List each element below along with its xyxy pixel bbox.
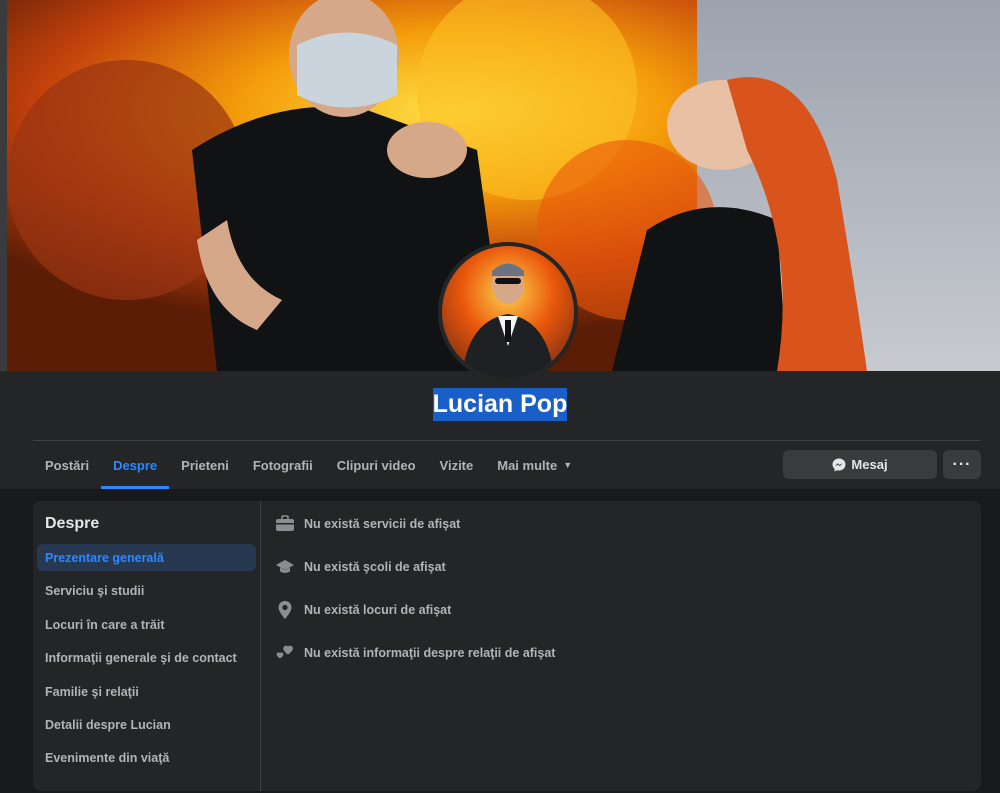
profile-name-wrapper: Lucian Pop <box>0 388 1000 421</box>
about-menu-places-lived[interactable]: Locuri în care a trăit <box>37 611 256 638</box>
tab-posts[interactable]: Postări <box>33 441 101 489</box>
about-sidebar: Despre Prezentare generală Serviciu şi s… <box>33 501 261 791</box>
tab-label: Prieteni <box>181 457 229 473</box>
tab-label: Despre <box>113 457 158 473</box>
about-menu-label: Prezentare generală <box>45 550 164 565</box>
about-title: Despre <box>45 515 100 532</box>
about-menu-contact-info[interactable]: Informaţii generale şi de contact <box>37 644 256 671</box>
tab-videos[interactable]: Clipuri video <box>325 441 428 489</box>
tab-label: Vizite <box>439 457 474 473</box>
graduation-cap-icon <box>274 556 296 578</box>
overview-work-row: Nu există servicii de afişat <box>274 513 460 535</box>
about-menu-label: Locuri în care a trăit <box>45 617 165 632</box>
about-menu-work-education[interactable]: Serviciu şi studii <box>37 577 256 604</box>
overview-relationship-row: Nu există informaţii despre relaţii de a… <box>274 642 555 664</box>
more-options-button[interactable]: ··· <box>943 450 981 479</box>
tab-label: Mai multe <box>497 457 558 473</box>
about-card: Despre Prezentare generală Serviciu şi s… <box>33 501 981 791</box>
about-menu-label: Evenimente din viaţă <box>45 750 170 765</box>
tab-friends[interactable]: Prieteni <box>169 441 241 489</box>
message-button[interactable]: Mesaj <box>783 450 937 479</box>
overview-education-text: Nu există şcoli de afişat <box>304 560 446 574</box>
about-menu-overview[interactable]: Prezentare generală <box>37 544 256 571</box>
overview-places-row: Nu există locuri de afişat <box>274 599 451 621</box>
about-menu-life-events[interactable]: Evenimente din viaţă <box>37 744 256 771</box>
caret-down-icon: ▼ <box>563 460 573 470</box>
profile-tabs: Postări Despre Prieteni Fotografii Clipu… <box>33 441 584 489</box>
location-pin-icon <box>274 599 296 621</box>
avatar-image <box>442 246 574 378</box>
profile-name[interactable]: Lucian Pop <box>432 388 568 421</box>
about-menu-label: Serviciu şi studii <box>45 583 145 598</box>
tab-label: Postări <box>45 457 90 473</box>
overview-work-text: Nu există servicii de afişat <box>304 517 461 531</box>
hearts-icon <box>274 642 296 664</box>
overview-relationship-text: Nu există informaţii despre relaţii de a… <box>304 646 556 660</box>
overview-education-row: Nu există şcoli de afişat <box>274 556 446 578</box>
tab-label: Fotografii <box>252 457 313 473</box>
tab-about[interactable]: Despre <box>101 441 170 489</box>
tab-checkins[interactable]: Vizite <box>428 441 486 489</box>
about-menu-label: Familie şi relaţii <box>45 684 139 699</box>
message-button-label: Mesaj <box>851 457 888 472</box>
briefcase-icon <box>274 513 296 535</box>
tab-more[interactable]: Mai multe ▼ <box>485 441 584 489</box>
profile-avatar[interactable] <box>438 242 578 382</box>
about-menu-label: Detalii despre Lucian <box>45 717 171 732</box>
messenger-icon <box>832 458 846 471</box>
tab-label: Clipuri video <box>336 457 416 473</box>
about-menu-label: Informaţii generale şi de contact <box>45 650 237 665</box>
more-dots-icon: ··· <box>952 455 972 473</box>
left-edge <box>0 0 7 371</box>
about-menu-family[interactable]: Familie şi relaţii <box>37 678 256 705</box>
about-menu-details[interactable]: Detalii despre Lucian <box>37 711 256 738</box>
tab-photos[interactable]: Fotografii <box>241 441 325 489</box>
overview-places-text: Nu există locuri de afişat <box>304 603 452 617</box>
